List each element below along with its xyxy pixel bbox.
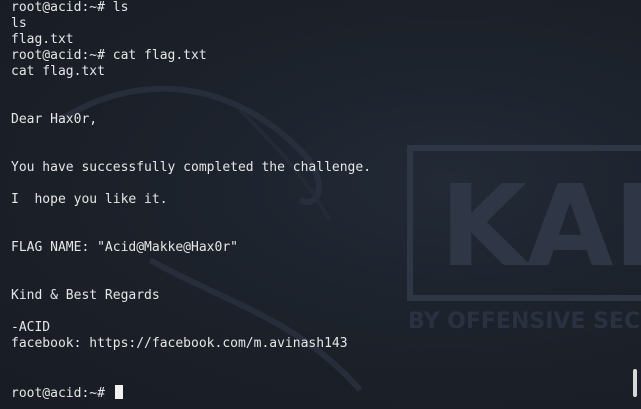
terminal-line: flag.txt — [11, 32, 74, 47]
terminal-line: I hope you like it. — [11, 192, 168, 207]
terminal-line: facebook: https://facebook.com/m.avinash… — [11, 336, 348, 351]
dragon-curve — [58, 85, 322, 205]
terminal-line: root@acid:~# ls — [11, 0, 129, 15]
terminal-line: Kind & Best Regards — [11, 288, 160, 303]
terminal-prompt: root@acid:~# — [11, 386, 113, 401]
terminal-prompt-line[interactable]: root@acid:~# — [11, 385, 123, 401]
kali-logo-text: KAL — [440, 162, 641, 292]
terminal-scrollbar[interactable] — [633, 369, 637, 397]
terminal-line: cat flag.txt — [11, 64, 105, 79]
kali-logo-box — [407, 145, 641, 301]
terminal-line: FLAG NAME: "Acid@Makke@Hax0r" — [11, 240, 238, 255]
terminal-window[interactable]: KAL BY OFFENSIVE SEC root@acid:~# ls ls … — [0, 0, 641, 409]
terminal-line: Dear Hax0r, — [11, 112, 98, 127]
terminal-cursor — [114, 385, 123, 399]
terminal-line: ls — [11, 16, 27, 31]
terminal-line: root@acid:~# cat flag.txt — [11, 48, 207, 63]
terminal-line: -ACID — [11, 320, 51, 335]
dragon-curve — [148, 257, 363, 392]
kali-tagline: BY OFFENSIVE SEC — [408, 309, 640, 334]
terminal-line: You have successfully completed the chal… — [11, 160, 372, 175]
